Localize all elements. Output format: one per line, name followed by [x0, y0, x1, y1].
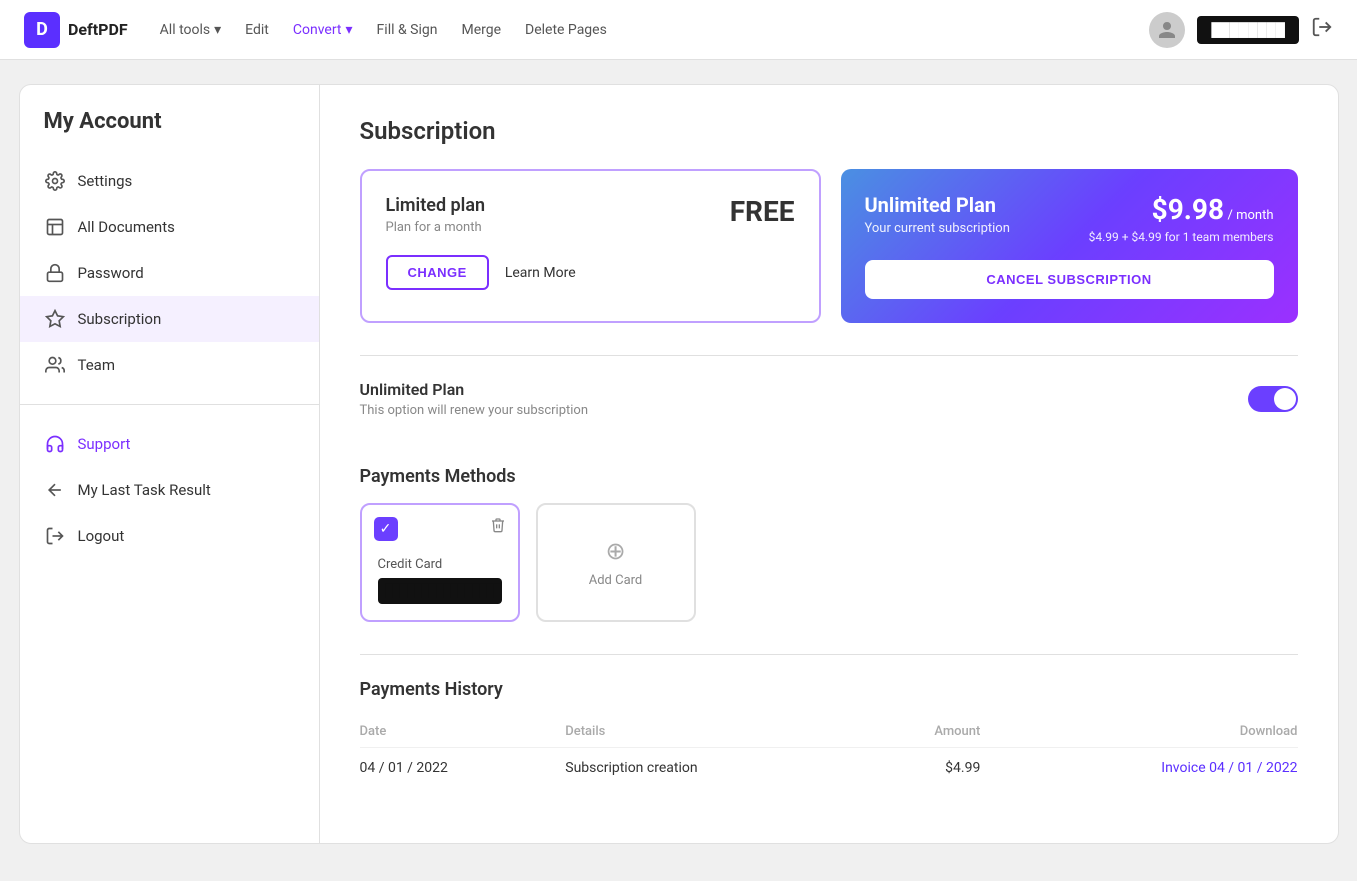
col-details: Details: [565, 716, 873, 748]
row-download[interactable]: Invoice 04 / 01 / 2022: [980, 748, 1297, 789]
unlimited-plan-period: / month: [1228, 208, 1274, 223]
star-icon: [44, 308, 66, 330]
lock-icon: [44, 262, 66, 284]
card-trash-icon[interactable]: [490, 517, 506, 537]
chevron-down-icon: ▾: [346, 22, 353, 38]
sidebar-label-all-documents: All Documents: [78, 218, 175, 236]
sidebar-item-last-task[interactable]: My Last Task Result: [20, 467, 319, 513]
logo[interactable]: D DeftPDF: [24, 12, 128, 48]
unlimited-plan-price: $9.98: [1152, 193, 1224, 226]
row-amount: $4.99: [873, 748, 980, 789]
sidebar-label-support: Support: [78, 435, 131, 453]
table-row: 04 / 01 / 2022 Subscription creation $4.…: [360, 748, 1298, 789]
renewal-title: Unlimited Plan: [360, 380, 589, 399]
nav-convert[interactable]: Convert ▾: [293, 22, 353, 38]
logo-icon: D: [24, 12, 60, 48]
logo-text: DeftPDF: [68, 20, 128, 39]
sidebar-label-team: Team: [78, 356, 116, 374]
gear-icon: [44, 170, 66, 192]
content-area: Subscription Limited plan Plan for a mon…: [320, 85, 1338, 843]
plans-row: Limited plan Plan for a month FREE CHANG…: [360, 169, 1298, 323]
sidebar: My Account Settings All Documents Passwo…: [20, 85, 320, 843]
document-icon: [44, 216, 66, 238]
header-logout-icon[interactable]: [1311, 16, 1333, 43]
arrow-left-icon: [44, 479, 66, 501]
avatar: [1149, 12, 1185, 48]
nav-fill-sign[interactable]: Fill & Sign: [377, 22, 438, 38]
col-amount: Amount: [873, 716, 980, 748]
toggle-knob: [1274, 388, 1296, 410]
page-title: Subscription: [360, 117, 1298, 145]
sidebar-item-all-documents[interactable]: All Documents: [20, 204, 319, 250]
renewal-section: Unlimited Plan This option will renew yo…: [360, 355, 1298, 442]
payments-history-table: Date Details Amount Download 04 / 01 / 2…: [360, 716, 1298, 788]
unlimited-plan-breakdown: $4.99 + $4.99 for 1 team members: [1089, 230, 1274, 244]
nav-edit[interactable]: Edit: [245, 22, 269, 38]
card-check-icon: ✓: [374, 517, 398, 541]
sidebar-item-support[interactable]: Support: [20, 421, 319, 467]
unlimited-plan-current-sub: Your current subscription: [865, 221, 1010, 236]
headset-icon: [44, 433, 66, 455]
payments-history-section: Payments History Date Details Amount Dow…: [360, 654, 1298, 788]
learn-more-link[interactable]: Learn More: [505, 265, 576, 281]
nav-all-tools[interactable]: All tools ▾: [160, 22, 222, 38]
col-date: Date: [360, 716, 566, 748]
sidebar-item-password[interactable]: Password: [20, 250, 319, 296]
free-plan-name: Limited plan: [386, 195, 486, 216]
main-container: My Account Settings All Documents Passwo…: [19, 84, 1339, 844]
payment-methods-section: Payments Methods ✓ Credit Card █████████…: [360, 466, 1298, 622]
cancel-subscription-button[interactable]: CANCEL SUBSCRIPTION: [865, 260, 1274, 299]
free-plan-actions: CHANGE Learn More: [386, 255, 795, 290]
nav-merge[interactable]: Merge: [461, 22, 501, 38]
plus-circle-icon: ⊕: [605, 537, 625, 565]
credit-card-number: ████████████████: [378, 578, 502, 604]
sidebar-item-team[interactable]: Team: [20, 342, 319, 388]
renewal-description: This option will renew your subscription: [360, 403, 589, 418]
free-plan-desc: Plan for a month: [386, 220, 486, 235]
payment-methods-row: ✓ Credit Card ████████████████ ⊕ Add Car…: [360, 503, 1298, 622]
sidebar-label-logout: Logout: [78, 527, 125, 545]
sidebar-item-subscription[interactable]: Subscription: [20, 296, 319, 342]
sidebar-title: My Account: [20, 109, 319, 158]
header-right: ████████: [1149, 12, 1333, 48]
nav-delete-pages[interactable]: Delete Pages: [525, 22, 607, 38]
sidebar-label-subscription: Subscription: [78, 310, 162, 328]
sidebar-label-last-task: My Last Task Result: [78, 481, 211, 499]
sidebar-item-settings[interactable]: Settings: [20, 158, 319, 204]
sidebar-divider: [20, 404, 319, 405]
team-icon: [44, 354, 66, 376]
sidebar-label-settings: Settings: [78, 172, 133, 190]
credit-card-item[interactable]: ✓ Credit Card ████████████████: [360, 503, 520, 622]
unlimited-plan-pricing: $9.98 / month $4.99 + $4.99 for 1 team m…: [1089, 193, 1274, 244]
payments-history-title: Payments History: [360, 679, 1298, 700]
unlimited-plan-card: Unlimited Plan Your current subscription…: [841, 169, 1298, 323]
sidebar-label-password: Password: [78, 264, 144, 282]
nav: All tools ▾ Edit Convert ▾ Fill & Sign M…: [160, 22, 1150, 38]
col-download: Download: [980, 716, 1297, 748]
header: D DeftPDF All tools ▾ Edit Convert ▾ Fil…: [0, 0, 1357, 60]
row-date: 04 / 01 / 2022: [360, 748, 566, 789]
add-card-label: Add Card: [589, 573, 643, 588]
add-card-button[interactable]: ⊕ Add Card: [536, 503, 696, 622]
user-name-block[interactable]: ████████: [1197, 16, 1299, 44]
sidebar-item-logout[interactable]: Logout: [20, 513, 319, 559]
logout-icon: [44, 525, 66, 547]
renewal-toggle[interactable]: [1248, 386, 1298, 412]
free-plan-price: FREE: [730, 195, 795, 228]
chevron-down-icon: ▾: [214, 22, 221, 38]
row-details: Subscription creation: [565, 748, 873, 789]
change-button[interactable]: CHANGE: [386, 255, 489, 290]
unlimited-plan-name: Unlimited Plan: [865, 193, 1010, 217]
payment-methods-title: Payments Methods: [360, 466, 1298, 487]
credit-card-label: Credit Card: [378, 557, 502, 572]
free-plan-card: Limited plan Plan for a month FREE CHANG…: [360, 169, 821, 323]
